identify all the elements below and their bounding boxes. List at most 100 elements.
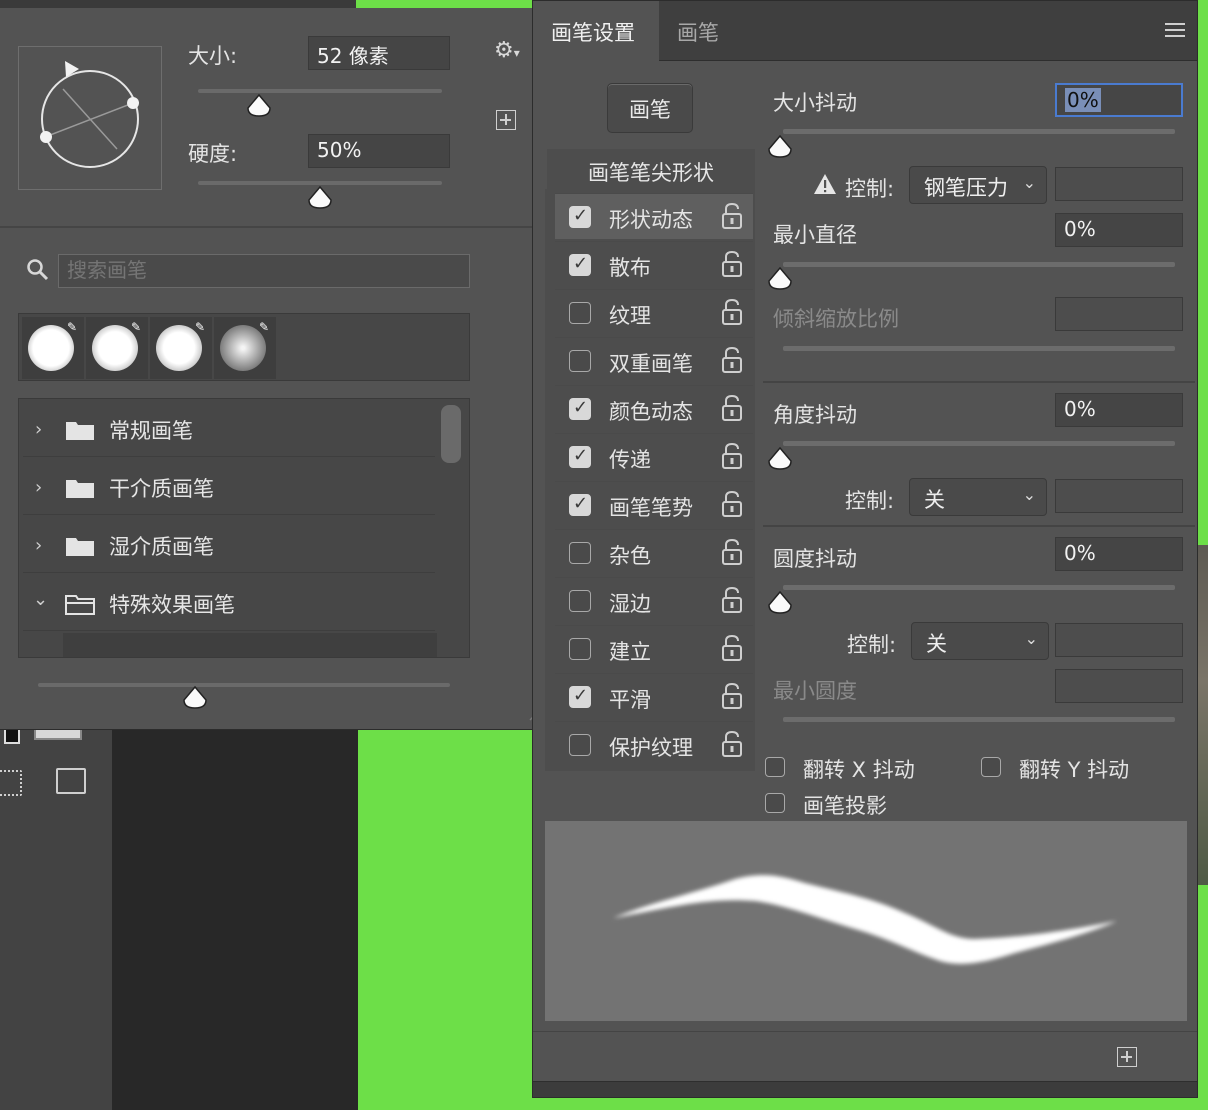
angle-dial-icon[interactable] — [19, 47, 163, 191]
chevron-down-icon: ⌄ — [1022, 173, 1036, 192]
brush-option-row[interactable]: 纹理 — [555, 289, 753, 335]
brush-option-row[interactable]: 双重画笔 — [555, 337, 753, 383]
unlock-icon[interactable] — [721, 298, 743, 326]
preview-size-slider-thumb[interactable] — [182, 686, 208, 710]
unlock-icon[interactable] — [721, 586, 743, 614]
minimum-diameter-slider-track[interactable] — [783, 262, 1175, 267]
chevron-right-icon[interactable]: › — [35, 535, 42, 556]
foreground-color-swatch[interactable] — [4, 728, 20, 744]
brush-option-checkbox[interactable] — [569, 397, 591, 420]
tilt-scale-field — [1055, 297, 1183, 331]
panel-menu-icon[interactable] — [1165, 23, 1185, 37]
brush-projection-checkbox[interactable] — [765, 793, 785, 813]
unlock-icon[interactable] — [721, 682, 743, 710]
minimum-diameter-field[interactable]: 0% — [1055, 213, 1183, 247]
chevron-down-icon: ⌄ — [1022, 485, 1036, 504]
size-jitter-label: 大小抖动 — [773, 91, 857, 115]
size-jitter-slider-track[interactable] — [783, 129, 1175, 134]
brush-option-checkbox[interactable] — [569, 685, 591, 708]
size-field[interactable]: 52 像素 — [308, 36, 450, 70]
roundness-jitter-slider-track[interactable] — [783, 585, 1175, 590]
brush-option-row[interactable]: 散布 — [555, 241, 753, 287]
brush-tip-2[interactable]: ✎ — [86, 317, 148, 379]
brush-option-checkbox[interactable] — [569, 493, 591, 516]
brush-tip-1[interactable]: ✎ — [22, 317, 84, 379]
new-preset-icon[interactable] — [496, 110, 516, 130]
flip-y-checkbox[interactable] — [981, 757, 1001, 777]
brush-tip-3[interactable]: ✎ — [150, 317, 212, 379]
brush-option-checkbox[interactable] — [569, 542, 591, 564]
brushes-button[interactable]: 画笔 — [607, 83, 693, 133]
roundness-jitter-field[interactable]: 0% — [1055, 537, 1183, 571]
unlock-icon[interactable] — [721, 394, 743, 422]
angle-jitter-field[interactable]: 0% — [1055, 393, 1183, 427]
brush-option-row[interactable]: 平滑 — [555, 673, 753, 719]
chevron-down-icon[interactable]: ⌄ — [33, 589, 48, 610]
unlock-icon[interactable] — [721, 490, 743, 518]
unlock-icon[interactable] — [721, 730, 743, 758]
flip-x-checkbox[interactable] — [765, 757, 785, 777]
roundness-control-dropdown[interactable]: 关 ⌄ — [911, 622, 1049, 660]
hardness-field[interactable]: 50% — [308, 134, 450, 168]
unlock-icon[interactable] — [721, 634, 743, 662]
brush-option-row[interactable]: 形状动态 — [555, 193, 753, 239]
brush-option-row[interactable]: 颜色动态 — [555, 385, 753, 431]
brush-group-row[interactable]: › 干介质画笔 — [23, 459, 435, 515]
brush-option-row[interactable]: 建立 — [555, 625, 753, 671]
brush-option-row[interactable]: 保护纹理 — [555, 721, 753, 767]
brush-tip-shape-item[interactable]: 画笔笔尖形状 — [547, 149, 755, 189]
unlock-icon[interactable] — [721, 202, 743, 230]
brush-pen-icon: ✎ — [67, 320, 78, 334]
tab-brushes[interactable]: 画笔 — [659, 1, 739, 61]
brush-option-checkbox[interactable] — [569, 734, 591, 756]
brush-option-checkbox[interactable] — [569, 253, 591, 276]
size-slider-thumb[interactable] — [246, 94, 272, 118]
brush-option-checkbox[interactable] — [569, 302, 591, 324]
brush-option-row[interactable]: 传递 — [555, 433, 753, 479]
brush-option-label: 画笔笔势 — [609, 496, 693, 520]
brush-option-row[interactable]: 杂色 — [555, 529, 753, 575]
brush-preset-row[interactable] — [63, 633, 437, 657]
unlock-icon[interactable] — [721, 250, 743, 278]
size-control-dropdown[interactable]: 钢笔压力 ⌄ — [909, 166, 1047, 204]
brush-option-row[interactable]: 画笔笔势 — [555, 481, 753, 527]
unlock-icon[interactable] — [721, 346, 743, 374]
size-jitter-slider-thumb[interactable] — [767, 135, 793, 159]
brush-option-checkbox[interactable] — [569, 350, 591, 372]
search-brushes-input[interactable] — [58, 254, 470, 288]
folder-icon — [66, 480, 94, 498]
chevron-right-icon[interactable]: › — [35, 477, 42, 498]
brush-option-checkbox[interactable] — [569, 205, 591, 228]
brush-tip-4[interactable]: ✎ — [214, 317, 276, 379]
chevron-right-icon[interactable]: › — [35, 419, 42, 440]
marquee-tool-icon[interactable] — [0, 770, 22, 796]
screen-mode-icon[interactable] — [56, 768, 86, 794]
minimum-diameter-slider-thumb[interactable] — [767, 267, 793, 291]
settings-gear-icon[interactable]: ⚙▾ — [494, 38, 520, 63]
unlock-icon[interactable] — [721, 538, 743, 566]
hardness-slider-thumb[interactable] — [307, 186, 333, 210]
brush-option-checkbox[interactable] — [569, 590, 591, 612]
angle-jitter-slider-track[interactable] — [783, 441, 1175, 446]
brush-angle-roundness-widget[interactable] — [18, 46, 162, 190]
angle-control-dropdown[interactable]: 关 ⌄ — [909, 478, 1047, 516]
size-slider-track[interactable] — [198, 89, 442, 93]
groups-scrollbar[interactable] — [441, 405, 461, 463]
angle-control-label: 控制: — [845, 489, 895, 513]
angle-jitter-slider-thumb[interactable] — [767, 447, 793, 471]
brush-group-row[interactable]: › 湿介质画笔 — [23, 517, 435, 573]
size-jitter-field[interactable]: 0% — [1055, 83, 1183, 117]
brush-group-row[interactable]: › 常规画笔 — [23, 401, 435, 457]
roundness-jitter-slider-thumb[interactable] — [767, 591, 793, 615]
create-new-brush-icon[interactable] — [1117, 1047, 1137, 1067]
panel-resize-grip[interactable] — [533, 1081, 1197, 1097]
tab-brush-settings[interactable]: 画笔设置 — [533, 1, 659, 61]
brush-option-row[interactable]: 湿边 — [555, 577, 753, 623]
brush-option-checkbox[interactable] — [569, 445, 591, 468]
section-divider — [763, 381, 1195, 383]
brush-option-checkbox[interactable] — [569, 638, 591, 660]
hardness-slider-track[interactable] — [198, 181, 442, 185]
brush-group-row[interactable]: ⌄ 特殊效果画笔 — [23, 575, 435, 631]
preview-size-slider-track[interactable] — [38, 683, 450, 687]
unlock-icon[interactable] — [721, 442, 743, 470]
